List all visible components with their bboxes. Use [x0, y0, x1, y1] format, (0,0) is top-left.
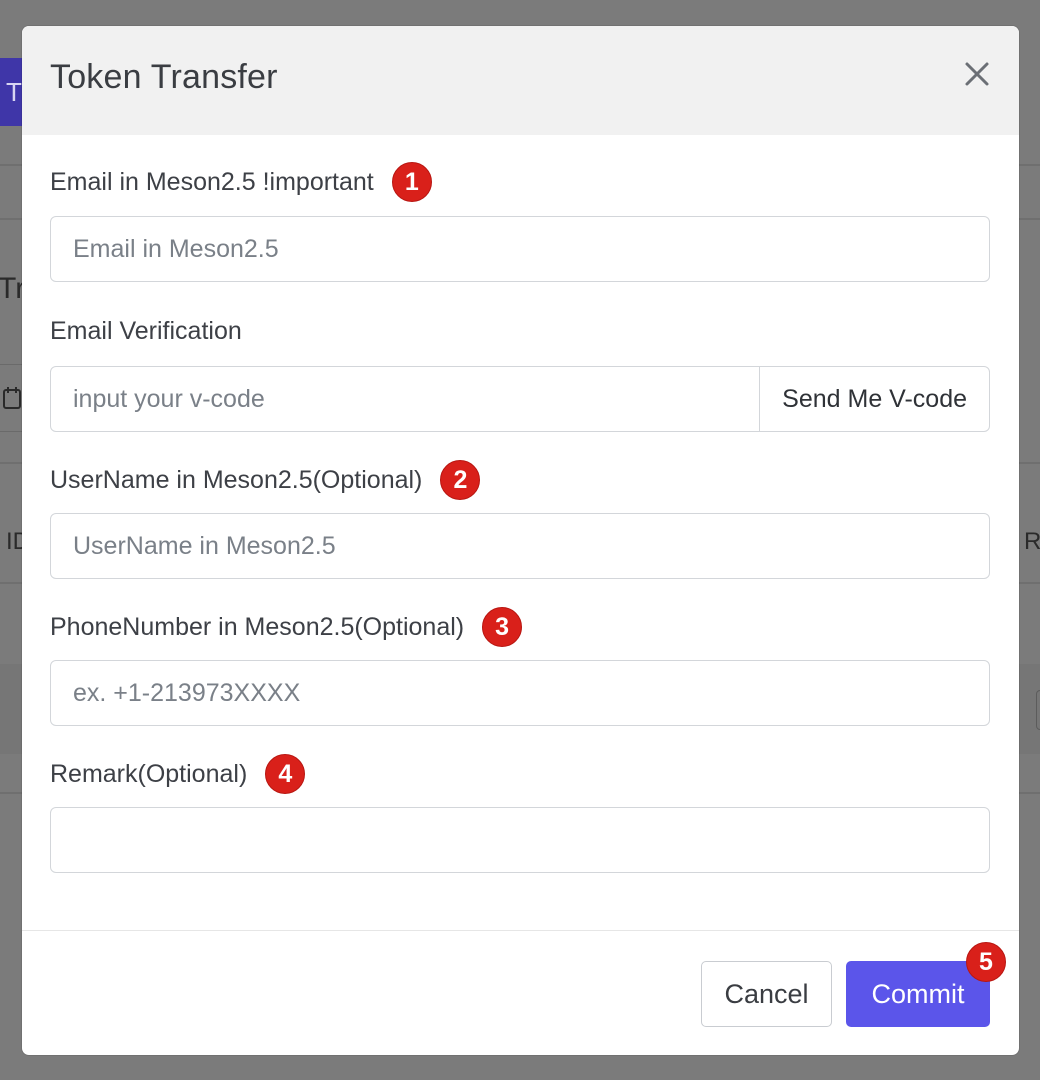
phone-input[interactable]	[50, 660, 990, 726]
email-label: Email in Meson2.5 !important 1	[50, 162, 432, 202]
phone-label-text: PhoneNumber in Meson2.5(Optional)	[50, 612, 465, 641]
verification-label-text: Email Verification	[50, 316, 242, 345]
email-input[interactable]	[50, 216, 990, 282]
remark-label-text: Remark(Optional)	[50, 759, 248, 788]
vcode-input[interactable]	[50, 366, 761, 432]
step-badge-2: 2	[440, 460, 481, 500]
verification-label: Email Verification	[50, 311, 242, 351]
background-control-fragment	[1036, 690, 1040, 730]
token-transfer-modal: Token Transfer Email in Meson2.5 !import…	[22, 26, 1019, 1055]
verification-input-group: Send Me V-code	[50, 366, 990, 432]
close-button[interactable]	[963, 60, 991, 88]
remark-input[interactable]	[50, 807, 990, 873]
modal-footer: Cancel Commit	[22, 930, 1019, 1055]
step-badge-3: 3	[482, 607, 523, 647]
calendar-icon	[3, 387, 21, 409]
modal-title: Token Transfer	[50, 58, 278, 96]
remark-label: Remark(Optional) 4	[50, 754, 306, 794]
modal-header: Token Transfer	[22, 26, 1019, 135]
username-input[interactable]	[50, 513, 990, 579]
username-label: UserName in Meson2.5(Optional) 2	[50, 460, 481, 500]
step-badge-1: 1	[391, 162, 432, 202]
email-label-text: Email in Meson2.5 !important	[50, 167, 374, 196]
username-label-text: UserName in Meson2.5(Optional)	[50, 465, 423, 494]
phone-label: PhoneNumber in Meson2.5(Optional) 3	[50, 607, 523, 647]
step-badge-4: 4	[265, 754, 306, 794]
send-vcode-button[interactable]: Send Me V-code	[759, 366, 990, 432]
step-badge-5: 5	[966, 942, 1006, 982]
cancel-button[interactable]: Cancel	[701, 961, 832, 1027]
background-column-fragment: R	[1024, 528, 1040, 555]
close-icon	[965, 62, 989, 86]
